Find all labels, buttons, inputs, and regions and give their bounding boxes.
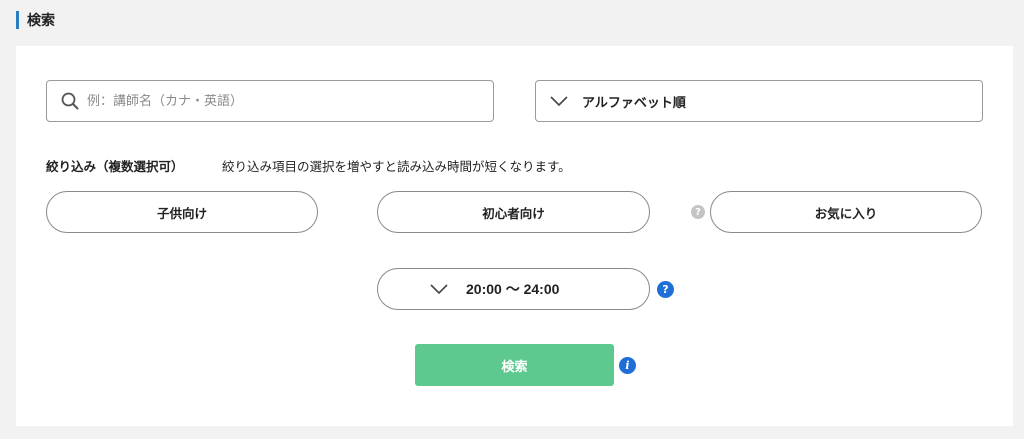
filter-heading: 絞り込み（複数選択可） [46, 159, 184, 174]
search-panel: アルファベット順 絞り込み（複数選択可） 絞り込み項目の選択を増やすと読み込み時… [16, 46, 1013, 426]
info-icon[interactable]: i [619, 357, 636, 374]
search-input[interactable] [87, 93, 467, 109]
title-accent-bar [16, 11, 19, 29]
filter-note: 絞り込み項目の選択を増やすと読み込み時間が短くなります。 [222, 159, 571, 174]
sort-select[interactable]: アルファベット順 [535, 80, 983, 122]
chevron-down-icon [430, 284, 448, 295]
sort-selected-label: アルファベット順 [582, 95, 686, 111]
time-range-label: 20:00 〜 24:00 [466, 281, 560, 297]
search-field[interactable] [46, 80, 494, 122]
chevron-down-icon [550, 96, 568, 107]
search-icon [61, 92, 79, 110]
section-header: 検索 [16, 10, 55, 30]
help-icon[interactable]: ? [691, 205, 705, 219]
time-range-select[interactable]: 20:00 〜 24:00 [377, 268, 650, 310]
filter-favorites-button[interactable]: お気に入り [710, 191, 982, 233]
filter-kids-button[interactable]: 子供向け [46, 191, 318, 233]
section-title: 検索 [27, 13, 55, 29]
search-button[interactable]: 検索 [415, 344, 614, 386]
filter-beginner-button[interactable]: 初心者向け [377, 191, 650, 233]
help-icon[interactable]: ? [657, 281, 674, 298]
